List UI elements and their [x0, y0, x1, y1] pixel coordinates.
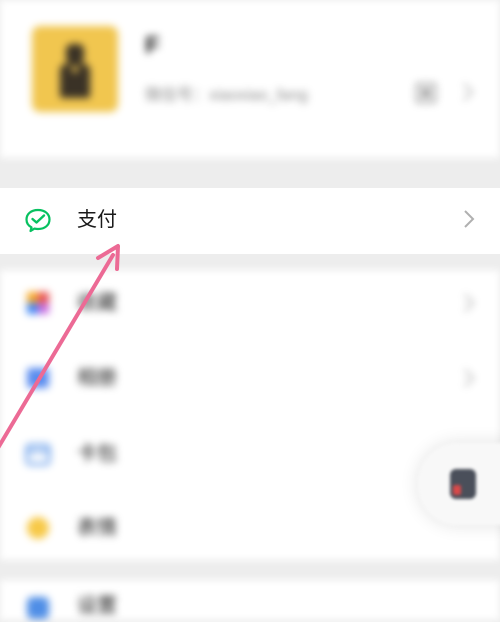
- floating-window-bubble[interactable]: [418, 443, 500, 525]
- menu-item-label: 支付: [77, 209, 117, 231]
- sticker-icon: [27, 517, 49, 539]
- menu-item-settings[interactable]: 设置: [0, 580, 500, 620]
- chevron-right-icon: [463, 83, 474, 101]
- card-wallet-icon: [25, 443, 51, 466]
- profile-name: F: [145, 32, 160, 59]
- chevron-right-icon: [464, 294, 475, 312]
- avatar[interactable]: [32, 26, 118, 112]
- qr-code-icon[interactable]: [416, 83, 436, 103]
- favorites-icon: [27, 292, 49, 314]
- profile-card[interactable]: F 微信号：xiaoxiao_fang: [0, 0, 500, 158]
- floating-window-avatar: [450, 469, 476, 499]
- album-icon: [27, 368, 49, 388]
- menu-item-label: 卡包: [77, 443, 117, 465]
- chevron-right-icon: [464, 210, 475, 228]
- menu-item-label: 相册: [77, 367, 117, 389]
- settings-icon: [27, 597, 49, 619]
- menu-item-pay[interactable]: 支付: [0, 188, 500, 254]
- wechat-id: 微信号：xiaoxiao_fang: [145, 87, 308, 104]
- menu-item-label: 设置: [77, 595, 117, 617]
- menu-item-album[interactable]: 相册: [0, 344, 500, 420]
- menu-list: 收藏 相册 卡包 表情: [0, 270, 500, 560]
- wechat-pay-icon: [25, 208, 51, 233]
- chevron-right-icon: [464, 369, 475, 387]
- menu-item-label: 收藏: [77, 292, 117, 314]
- menu-item-label: 表情: [77, 517, 117, 539]
- menu-item-favorites[interactable]: 收藏: [0, 270, 500, 344]
